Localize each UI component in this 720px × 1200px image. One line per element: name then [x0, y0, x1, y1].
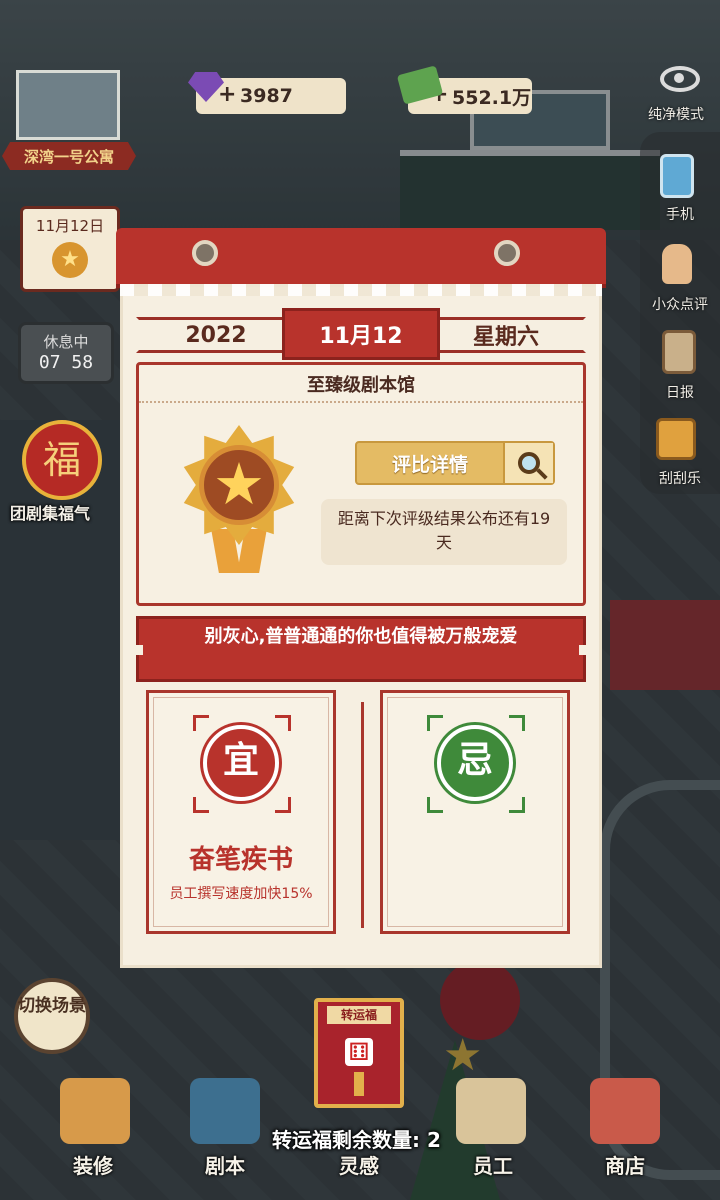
daily-calendar-panel: 2022 星期六 11月12 至臻级剧本馆 ★ 评比详情 距离下次评级结果公布还…	[116, 228, 606, 968]
mini-calendar-date: 11月12日	[35, 217, 105, 235]
calendar-header-strip	[116, 228, 606, 284]
corner-ornament-icon	[509, 715, 525, 731]
staff-card-icon[interactable]	[456, 1078, 526, 1144]
yi-activity-effect: 员工撰写速度加快15%	[169, 886, 313, 902]
house-icon[interactable]	[60, 1078, 130, 1144]
corner-ornament-icon	[275, 715, 291, 731]
corner-ornament-icon	[275, 797, 291, 813]
lucky-remaining-label: 转运福剩余数量:	[272, 1128, 420, 1152]
ji-card[interactable]: 忌	[380, 690, 570, 934]
fu-event-icon[interactable]: 福	[22, 420, 102, 500]
yi-activity-name: 奋笔疾书	[188, 845, 293, 875]
ji-seal: 忌	[437, 725, 513, 801]
nav-staff[interactable]: 员工	[448, 1150, 538, 1179]
rest-status-panel[interactable]: 休息中 07 58	[18, 322, 114, 384]
thumb-icon[interactable]	[662, 244, 692, 284]
corner-ornament-icon	[193, 715, 209, 731]
fu-event-label[interactable]: 团剧集福气	[10, 500, 90, 524]
calendar-ring-left-icon	[192, 240, 218, 266]
magnifier-icon	[518, 452, 540, 474]
date-banner: 2022 星期六 11月12	[136, 308, 586, 360]
rating-details-label: 评比详情	[391, 453, 468, 476]
nav-script[interactable]: 剧本	[180, 1150, 270, 1179]
nav-shop[interactable]: 商店	[580, 1150, 670, 1179]
lucky-remaining-count: 2	[426, 1128, 441, 1152]
corner-ornament-icon	[427, 715, 443, 731]
side-item-scratch[interactable]: 刮刮乐	[640, 468, 720, 488]
rank-section: 至臻级剧本馆 ★ 评比详情 距离下次评级结果公布还有19天	[136, 362, 586, 606]
calendar-torn-edge	[120, 284, 602, 296]
year-label: 2022	[136, 317, 286, 353]
rank-title: 至臻级剧本馆	[307, 375, 415, 396]
rank-divider	[139, 401, 583, 403]
cash-count: 552.1万	[452, 86, 532, 109]
switch-scene-button[interactable]: 切换场景	[14, 978, 90, 1054]
eye-icon[interactable]	[660, 66, 700, 92]
yi-ji-divider	[361, 702, 364, 928]
corner-ornament-icon	[193, 797, 209, 813]
lucky-charm-card[interactable]: 转运福 ⚅	[314, 998, 404, 1108]
rest-timer: 07 58	[38, 352, 94, 373]
building-thumbnail[interactable]	[16, 70, 120, 140]
side-item-phone[interactable]: 手机	[640, 204, 720, 224]
lucky-card-title: 转运福	[327, 1006, 391, 1024]
date-label: 11月12	[282, 308, 440, 360]
building-name-label[interactable]: 深湾一号公寓	[2, 142, 136, 170]
mini-medal-icon: ★	[52, 242, 88, 278]
magnifier-button[interactable]	[503, 443, 553, 483]
mini-calendar-button[interactable]: 11月12日 ★	[20, 206, 120, 292]
gem-count: 3987	[240, 85, 293, 107]
dice-icon: ⚅	[345, 1038, 373, 1066]
rating-details-button[interactable]: 评比详情	[355, 441, 555, 485]
nav-decorate[interactable]: 装修	[48, 1150, 138, 1179]
chinese-knot-icon	[354, 1072, 364, 1096]
phone-icon[interactable]	[660, 154, 694, 198]
clipboard-icon[interactable]	[662, 330, 696, 374]
gold-medal-icon: ★	[169, 425, 309, 575]
yi-card[interactable]: 宜 奋笔疾书 员工撰写速度加快15%	[146, 690, 336, 934]
side-item-reviews[interactable]: 小众点评	[640, 294, 720, 314]
corner-ornament-icon	[509, 797, 525, 813]
yi-seal: 宜	[203, 725, 279, 801]
nav-inspiration[interactable]: 灵感	[314, 1150, 404, 1179]
shop-icon[interactable]	[590, 1078, 660, 1144]
corner-ornament-icon	[427, 797, 443, 813]
star-icon: ★	[213, 450, 265, 518]
calendar-ring-right-icon	[494, 240, 520, 266]
fortune-slogan: 别灰心,普普通通的你也值得被万般宠爱	[133, 616, 589, 682]
next-rating-info: 距离下次评级结果公布还有19天	[321, 499, 567, 565]
pure-mode-label[interactable]: 纯净模式	[636, 104, 716, 124]
weekday-label: 星期六	[436, 317, 586, 353]
scratch-card-icon[interactable]	[656, 418, 696, 460]
script-book-icon[interactable]	[190, 1078, 260, 1144]
side-item-daily[interactable]: 日报	[640, 382, 720, 402]
lucky-remaining: 转运福剩余数量: 2	[272, 1124, 441, 1153]
rest-status-label: 休息中	[43, 333, 89, 351]
